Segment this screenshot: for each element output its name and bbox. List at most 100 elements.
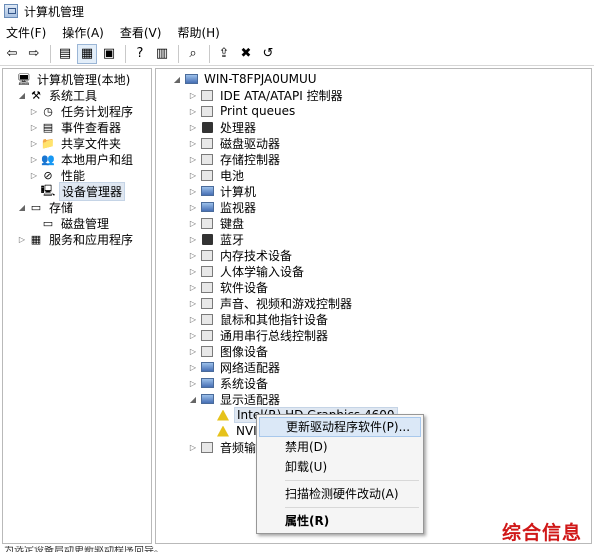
expand-arrow-icon[interactable]: ▷ — [188, 139, 198, 148]
properties-icon[interactable]: ▣ — [99, 44, 119, 64]
tree-node-label: 服务和应用程序 — [49, 232, 134, 247]
tree-node-label: 系统设备 — [220, 376, 269, 391]
context-menu-item[interactable]: 更新驱动程序软件(P)... — [259, 417, 421, 437]
context-menu-item[interactable]: 扫描检测硬件改动(A) — [259, 484, 421, 504]
expand-arrow-icon[interactable]: ▷ — [188, 91, 198, 100]
expand-arrow-icon[interactable]: ▷ — [188, 283, 198, 292]
expand-arrow-icon[interactable]: ▷ — [188, 251, 198, 260]
tree-node[interactable]: ▷ ▤ 事件查看器 — [3, 119, 151, 135]
tree-node-label: IDE ATA/ATAPI 控制器 — [220, 88, 343, 103]
expand-arrow-icon[interactable]: ▷ — [188, 331, 198, 340]
expand-arrow-icon[interactable]: ▷ — [188, 347, 198, 356]
tree-node[interactable]: ▷ IDE ATA/ATAPI 控制器 — [156, 87, 591, 103]
expand-arrow-icon[interactable]: ▷ — [188, 379, 198, 388]
back-arrow-icon[interactable]: ⇦ — [2, 44, 22, 64]
expand-arrow-icon[interactable]: ▷ — [188, 219, 198, 228]
help-icon[interactable]: ? — [130, 44, 150, 64]
tree-node[interactable]: ▷ 计算机 — [156, 183, 591, 199]
tree-node[interactable]: ▷ 键盘 — [156, 215, 591, 231]
expand-arrow-icon[interactable]: ▷ — [29, 107, 39, 116]
expand-arrow-icon[interactable]: ▷ — [188, 107, 198, 116]
tree-node-label: 蓝牙 — [220, 232, 245, 247]
expand-arrow-icon[interactable]: ▷ — [188, 123, 198, 132]
system-tools-icon: ⚒ — [31, 88, 41, 102]
expand-arrow-icon[interactable]: ▷ — [188, 363, 198, 372]
update-driver-icon[interactable]: ⇪ — [214, 44, 234, 64]
tree-node[interactable]: ▷ 存储控制器 — [156, 151, 591, 167]
tree-node[interactable]: ◢ ▭ 存储 — [3, 199, 151, 215]
tree-node[interactable]: 🖥 计算机管理(本地) — [3, 71, 151, 87]
tree-node[interactable]: ▷ 网络适配器 — [156, 359, 591, 375]
collapse-arrow-icon[interactable]: ◢ — [17, 91, 27, 100]
tree-node[interactable]: ▷ 声音、视频和游戏控制器 — [156, 295, 591, 311]
imaging-device-icon — [200, 344, 214, 358]
tree-node[interactable]: ▷ ◷ 任务计划程序 — [3, 103, 151, 119]
up-folder-icon[interactable]: ▤ — [55, 44, 75, 64]
warning-device-icon — [216, 424, 230, 438]
expand-arrow-icon[interactable]: ▷ — [188, 443, 198, 452]
print-queue-icon — [200, 104, 214, 118]
expand-arrow-icon[interactable]: ▷ — [29, 155, 39, 164]
expand-arrow-icon[interactable]: ▷ — [17, 235, 27, 244]
expand-arrow-icon[interactable]: ▷ — [188, 187, 198, 196]
expand-arrow-icon[interactable]: ▷ — [188, 203, 198, 212]
view-icon[interactable]: ▥ — [152, 44, 172, 64]
tree-node[interactable]: ▷ 电池 — [156, 167, 591, 183]
tree-node[interactable]: ◢ 显示适配器 — [156, 391, 591, 407]
tree-node[interactable]: ▷ 通用串行总线控制器 — [156, 327, 591, 343]
expand-arrow-icon[interactable]: ▷ — [188, 315, 198, 324]
computer-icon — [184, 72, 198, 86]
context-menu-item[interactable]: 禁用(D) — [259, 437, 421, 457]
menu-item[interactable]: 文件(F) — [4, 23, 48, 42]
tree-node-label: Print queues — [220, 104, 296, 118]
disable-device-icon[interactable]: ✖ — [236, 44, 256, 64]
expand-arrow-icon[interactable]: ▷ — [29, 139, 39, 148]
expand-arrow-icon[interactable]: ▷ — [188, 299, 198, 308]
collapse-arrow-icon[interactable]: ◢ — [188, 395, 198, 404]
tree-node[interactable]: ▷ 系统设备 — [156, 375, 591, 391]
tree-node[interactable]: ▷ 磁盘驱动器 — [156, 135, 591, 151]
forward-arrow-icon[interactable]: ⇨ — [24, 44, 44, 64]
navigation-tree-pane[interactable]: 🖥 计算机管理(本地) ◢ ⚒ 系统工具 ▷ ◷ 任务计划程序 ▷ ▤ 事件查看器 ▷ 📁 共享文件夹 ▷ 👥… — [2, 68, 152, 544]
tree-node[interactable]: ▷ 人体学输入设备 — [156, 263, 591, 279]
menu-item[interactable]: 查看(V) — [118, 23, 164, 42]
tree-node[interactable]: ▷ 处理器 — [156, 119, 591, 135]
collapse-arrow-icon[interactable]: ◢ — [17, 203, 27, 212]
storage-controller-icon — [200, 152, 214, 166]
menu-item[interactable]: 帮助(H) — [175, 23, 221, 42]
menu-item[interactable]: 操作(A) — [60, 23, 106, 42]
expand-arrow-icon[interactable]: ▷ — [188, 171, 198, 180]
tree-node[interactable]: ▷ 图像设备 — [156, 343, 591, 359]
tree-node-label: 软件设备 — [220, 280, 269, 295]
tree-node[interactable]: ▷ 👥 本地用户和组 — [3, 151, 151, 167]
tree-node[interactable]: ▷ 鼠标和其他指针设备 — [156, 311, 591, 327]
disk-management-icon: ▭ — [42, 216, 54, 230]
show-hide-tree-icon[interactable]: ▦ — [77, 43, 97, 64]
scan-hardware-icon[interactable]: ⌕ — [183, 44, 203, 64]
tree-node[interactable]: 🖳 设备管理器 — [3, 181, 151, 201]
tree-node[interactable]: ▷ 📁 共享文件夹 — [3, 135, 151, 151]
tree-node[interactable]: ▭ 磁盘管理 — [3, 215, 151, 231]
tree-node[interactable]: ▷ 软件设备 — [156, 279, 591, 295]
navigation-tree: 🖥 计算机管理(本地) ◢ ⚒ 系统工具 ▷ ◷ 任务计划程序 ▷ ▤ 事件查看器 ▷ 📁 共享文件夹 ▷ 👥… — [3, 69, 151, 247]
task-scheduler-icon: ◷ — [43, 104, 53, 118]
tree-node[interactable]: ▷ 内存技术设备 — [156, 247, 591, 263]
tree-node[interactable]: ▷ 监视器 — [156, 199, 591, 215]
tree-node[interactable]: ◢ ⚒ 系统工具 — [3, 87, 151, 103]
context-menu-item[interactable]: 属性(R) — [259, 511, 421, 531]
tree-node[interactable]: ▷ 蓝牙 — [156, 231, 591, 247]
tree-node[interactable]: ◢ WIN-T8FPJA0UMUU — [156, 71, 591, 87]
tree-node-label: 共享文件夹 — [61, 136, 122, 151]
tree-node[interactable]: ▷ Print queues — [156, 103, 591, 119]
tree-node-label: 人体学输入设备 — [220, 264, 305, 279]
expand-arrow-icon[interactable]: ▷ — [188, 155, 198, 164]
collapse-arrow-icon[interactable]: ◢ — [172, 75, 182, 84]
expand-arrow-icon[interactable]: ▷ — [188, 267, 198, 276]
expand-arrow-icon[interactable]: ▷ — [29, 171, 39, 180]
context-menu-item[interactable]: 卸载(U) — [259, 457, 421, 477]
uninstall-device-icon[interactable]: ↺ — [258, 44, 278, 64]
expand-arrow-icon[interactable]: ▷ — [29, 123, 39, 132]
system-device-icon — [200, 376, 214, 390]
tree-node[interactable]: ▷ ▦ 服务和应用程序 — [3, 231, 151, 247]
expand-arrow-icon[interactable]: ▷ — [188, 235, 198, 244]
